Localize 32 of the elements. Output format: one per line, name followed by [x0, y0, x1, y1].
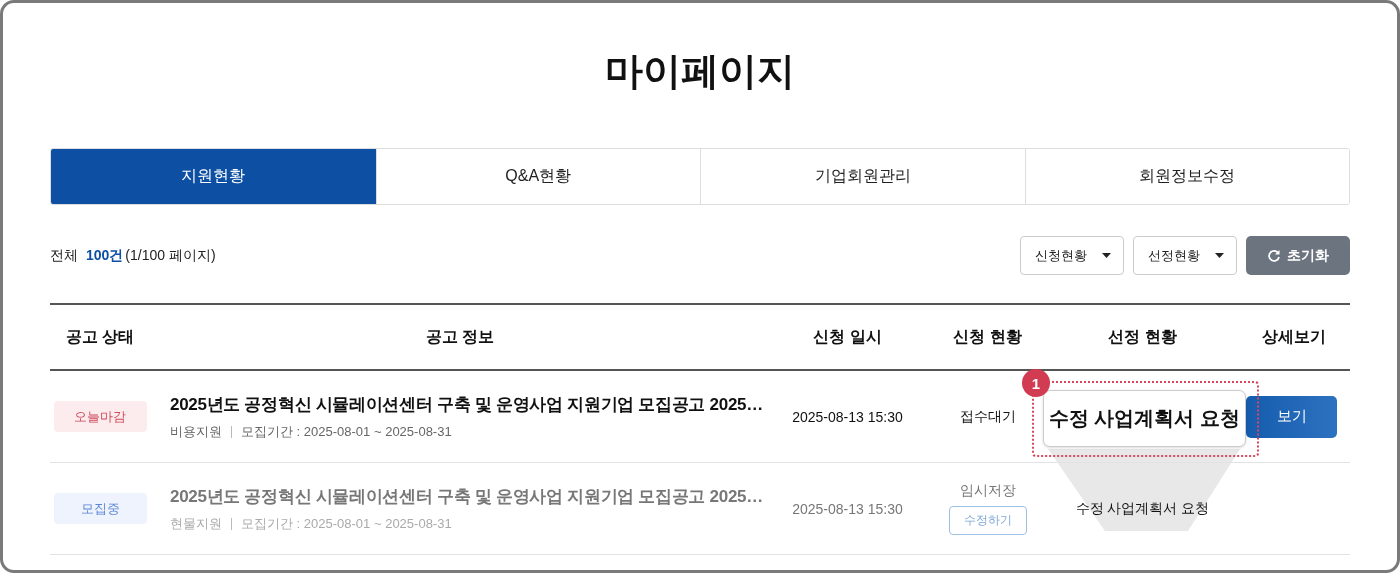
tab[interactable]: 회원정보수정	[1024, 149, 1349, 204]
column-header: 공고 정보	[424, 326, 496, 347]
column-header: 신청 일시	[812, 326, 883, 347]
view-button[interactable]: 보기	[1246, 395, 1337, 438]
apply-date: 2025-08-13 15:30	[791, 408, 904, 425]
tab[interactable]: 지원현황	[51, 149, 376, 204]
status-badge: 모집중	[53, 493, 147, 524]
total-count: 전체 100건(1/100 페이지)	[50, 246, 216, 265]
recruit-period: 모집기간 : 2025-08-01 ~ 2025-08-31	[241, 422, 452, 441]
reset-button[interactable]: 초기화	[1246, 236, 1350, 275]
notice-title: 2025년도 공정혁신 시뮬레이션센터 구축 및 운영사업 지원기업 모집공고 2025…	[170, 485, 764, 508]
filter-dropdown[interactable]: 선정현황	[1133, 236, 1237, 275]
selection-status: 수정 사업계획서 요청	[1075, 499, 1210, 518]
step-number: 1	[1022, 369, 1050, 397]
application-status: 임시저장	[959, 482, 1016, 500]
refresh-icon	[1267, 248, 1281, 263]
column-header: 공고 상태	[64, 326, 136, 347]
status-badge: 오늘마감	[53, 401, 147, 432]
caret-icon	[1215, 253, 1224, 258]
support-type: 현물지원	[170, 514, 222, 533]
support-type: 비용지원	[170, 422, 222, 441]
notice-title: 2025년도 공정혁신 시뮬레이션센터 구축 및 운영사업 지원기업 모집공고 2025…	[170, 393, 764, 416]
callout-text: 수정 사업계획서 요청	[1043, 390, 1246, 447]
caret-icon	[1102, 253, 1111, 258]
application-status: 접수대기	[959, 407, 1016, 426]
column-header: 선정 현황	[1107, 326, 1178, 347]
filter-dropdown[interactable]: 신청현황	[1020, 236, 1124, 275]
apply-date: 2025-08-13 15:30	[791, 500, 904, 517]
page-title: 마이페이지	[604, 49, 796, 94]
column-header: 상세보기	[1261, 326, 1327, 347]
recruit-period: 모집기간 : 2025-08-01 ~ 2025-08-31	[241, 514, 452, 533]
column-header: 신청 현황	[952, 326, 1023, 347]
